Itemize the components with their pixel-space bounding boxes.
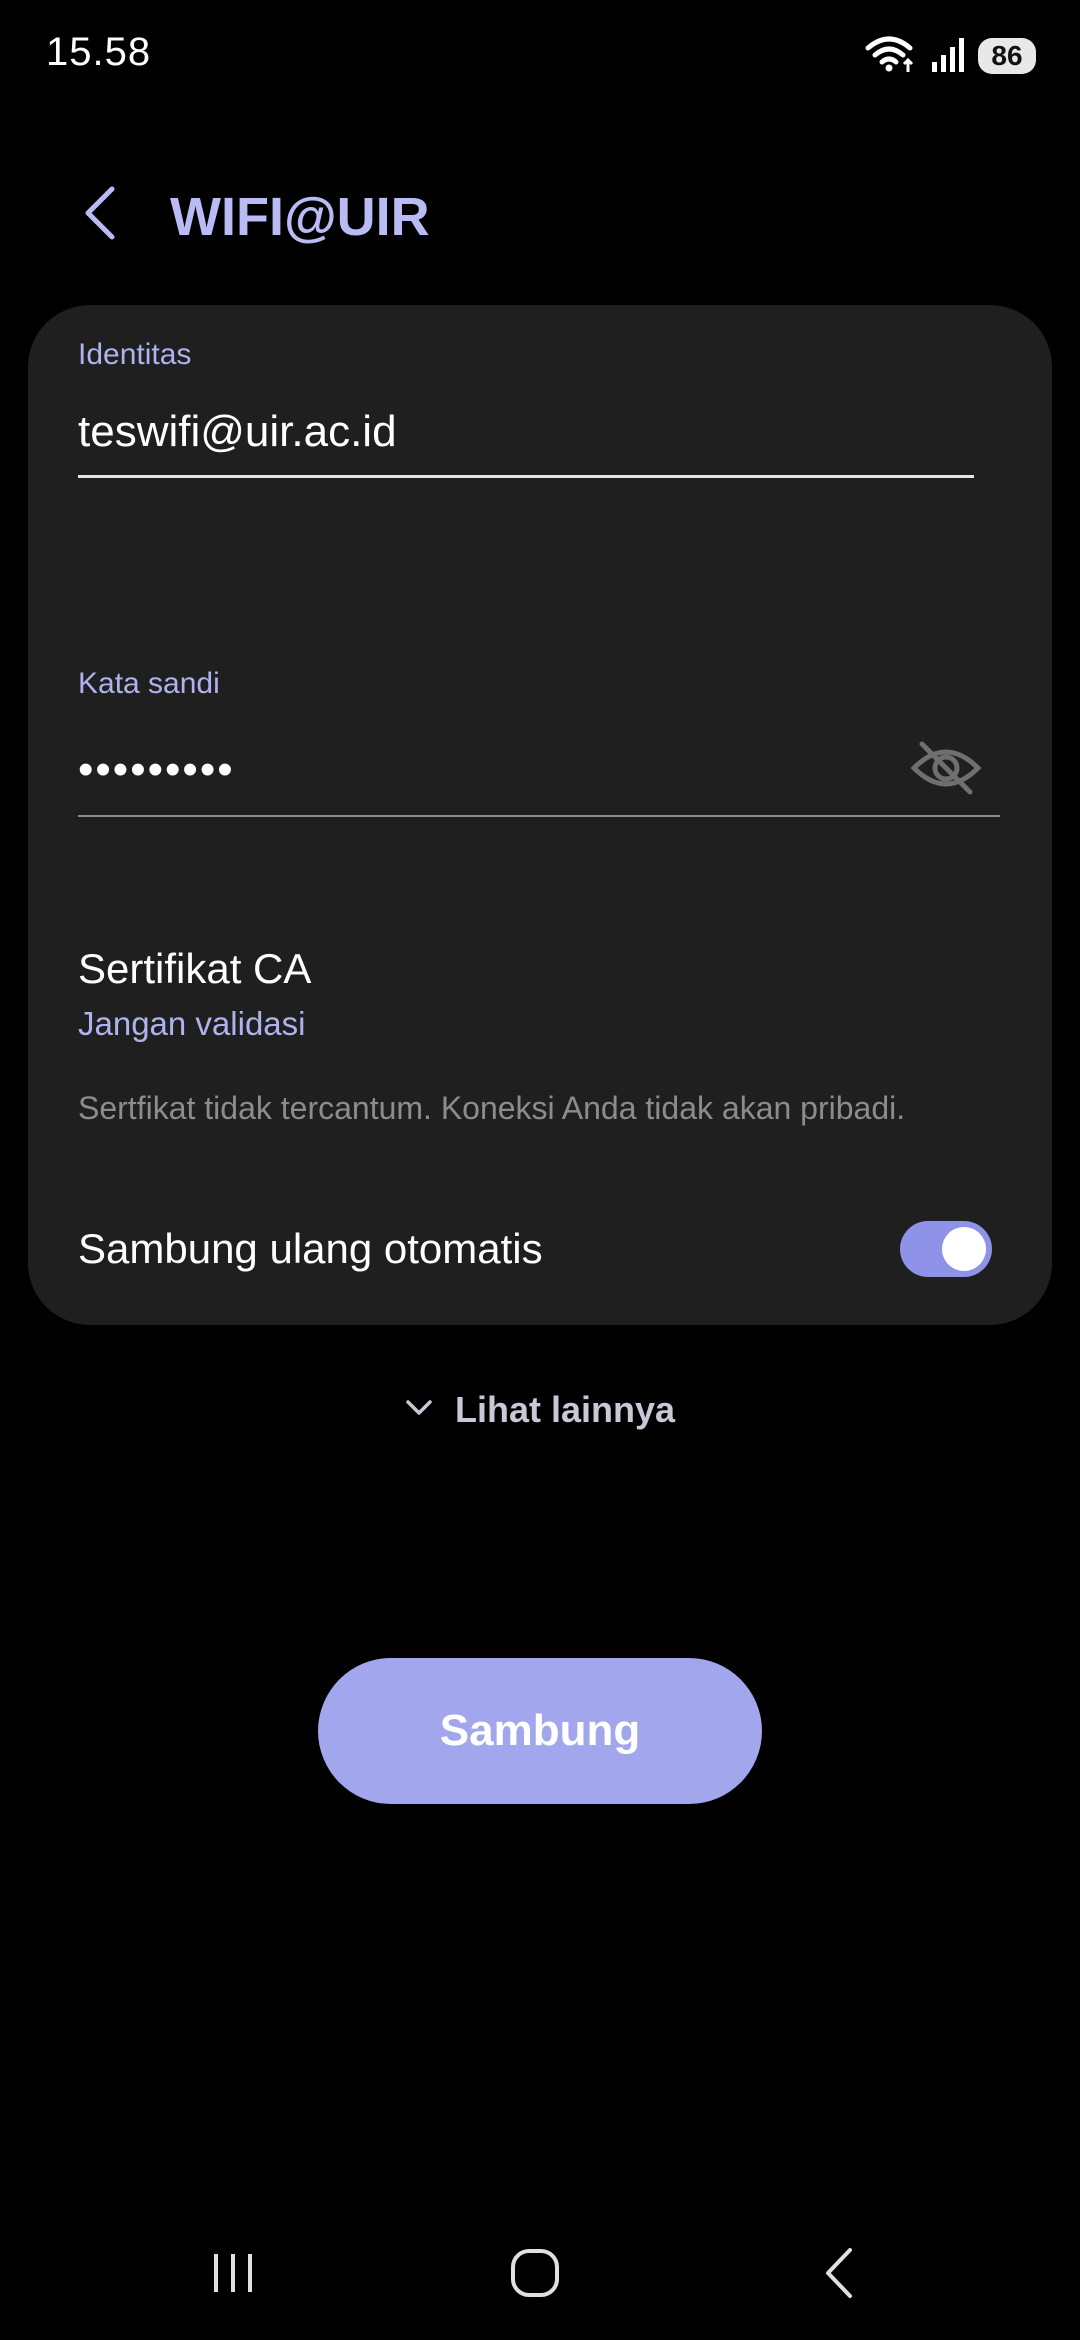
password-input[interactable]: ••••••••• xyxy=(78,745,235,795)
identity-underline xyxy=(78,475,974,478)
nav-back-button[interactable] xyxy=(790,2240,890,2310)
see-more-label: Lihat lainnya xyxy=(454,1389,676,1430)
password-underline xyxy=(78,815,1000,817)
status-bar: 15.58 86 xyxy=(0,0,1080,110)
recents-button[interactable] xyxy=(183,2240,283,2310)
connect-button[interactable]: Sambung xyxy=(318,1658,762,1804)
battery-indicator: 86 xyxy=(978,38,1036,74)
status-time: 15.58 xyxy=(46,30,152,74)
see-more-button[interactable]: Lihat lainnya xyxy=(0,1380,1080,1440)
header: WIFI@UIR xyxy=(0,170,1080,260)
certificate-note: Sertfikat tidak tercantum. Koneksi Anda … xyxy=(78,1090,906,1126)
password-label: Kata sandi xyxy=(78,667,220,700)
wifi-icon xyxy=(864,34,918,79)
auto-reconnect-label: Sambung ulang otomatis xyxy=(78,1225,543,1272)
home-icon xyxy=(509,2247,561,2304)
chevron-down-icon xyxy=(405,1399,433,1422)
page-title: WIFI@UIR xyxy=(170,187,430,247)
home-button[interactable] xyxy=(485,2240,585,2310)
toggle-knob xyxy=(942,1227,986,1271)
navigation-bar xyxy=(0,2220,1080,2330)
certificate-title: Sertifikat CA xyxy=(78,945,312,992)
recents-icon xyxy=(208,2248,258,2303)
back-button[interactable] xyxy=(70,180,130,250)
eye-off-icon xyxy=(910,738,982,803)
chevron-left-icon xyxy=(80,183,120,248)
toggle-password-visibility-button[interactable] xyxy=(906,735,986,805)
certificate-row[interactable]: Sertifikat CA Jangan validasi xyxy=(28,945,1052,1055)
identity-input[interactable]: teswifi@uir.ac.id xyxy=(78,407,397,457)
status-icons: 86 xyxy=(864,36,1036,76)
certificate-value: Jangan validasi xyxy=(78,1005,306,1042)
back-icon xyxy=(820,2246,860,2305)
connect-button-label: Sambung xyxy=(439,1706,641,1755)
identity-label: Identitas xyxy=(78,338,192,371)
auto-reconnect-toggle[interactable] xyxy=(900,1221,992,1277)
settings-card: Identitas teswifi@uir.ac.id Kata sandi •… xyxy=(28,305,1052,1325)
signal-icon xyxy=(930,34,966,79)
